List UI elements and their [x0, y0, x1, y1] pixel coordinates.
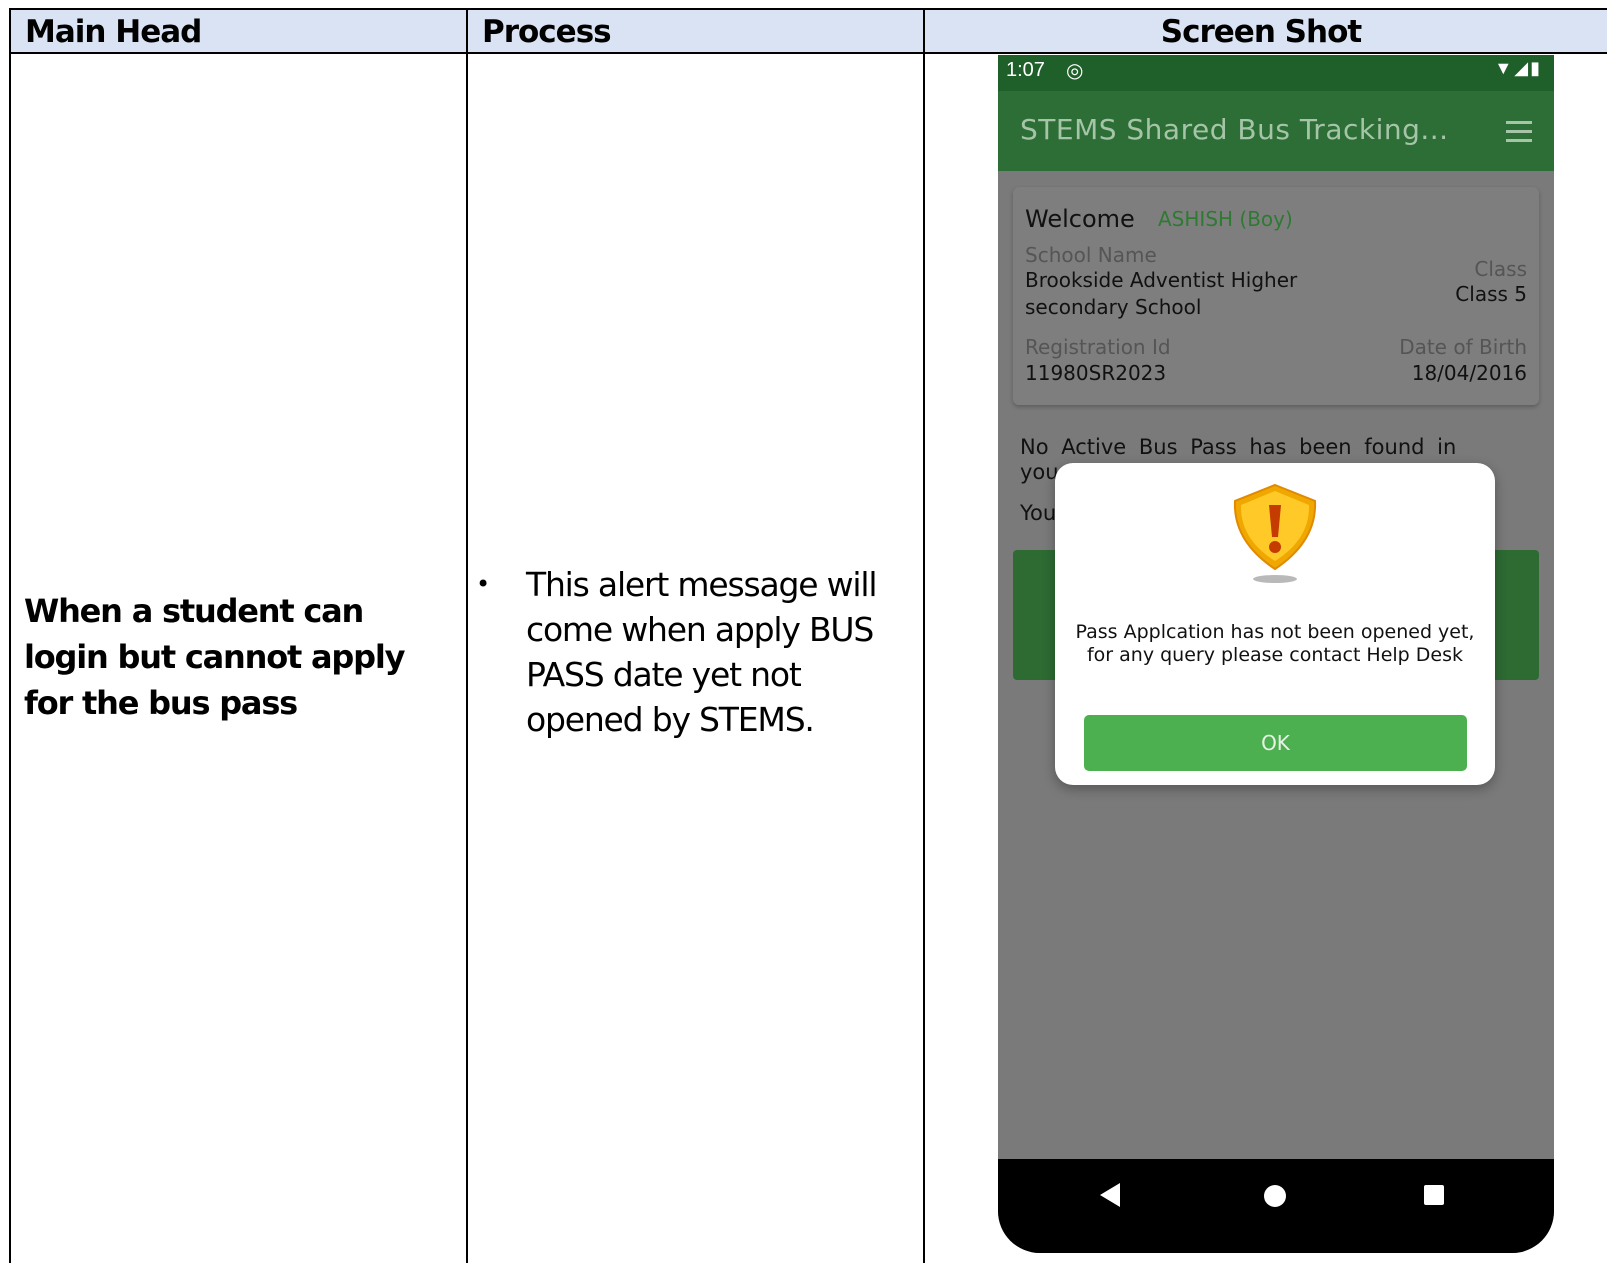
student-name: ASHISH (Boy)	[1158, 207, 1293, 231]
battery-icon: ▮	[1530, 58, 1542, 78]
dob-label: Date of Birth	[1399, 335, 1527, 359]
registration-label: Registration Id	[1025, 335, 1171, 359]
no-pass-text-cut-1: you	[1020, 460, 1059, 484]
ok-button[interactable]: OK	[1084, 715, 1467, 771]
bullet-point: •	[476, 570, 490, 598]
app-bar: STEMS Shared Bus Tracking...	[998, 91, 1554, 171]
dob-value: 18/04/2016	[1411, 361, 1527, 385]
table-border-left	[9, 8, 11, 1263]
process-cell: • This alert message will come when appl…	[466, 562, 906, 742]
class-value: Class 5	[1455, 282, 1527, 306]
nav-back-icon[interactable]	[1100, 1183, 1120, 1207]
nav-home-icon[interactable]	[1264, 1185, 1286, 1207]
header-screen-shot: Screen Shot	[923, 8, 1607, 54]
signal-icon: ◢	[1514, 58, 1531, 78]
header-main-head: Main Head	[9, 8, 468, 54]
registration-value: 11980SR2023	[1025, 361, 1167, 385]
table-divider-2	[923, 8, 925, 1263]
header-process: Process	[466, 8, 925, 54]
school-name-line1: Brookside Adventist Higher	[1025, 268, 1298, 292]
android-nav-bar	[998, 1159, 1554, 1253]
dialog-message: Pass Applcation has not been opened yet,…	[1075, 621, 1475, 666]
student-info-card: Welcome ASHISH (Boy) School Name Brooksi…	[1013, 187, 1539, 405]
menu-icon[interactable]	[1506, 121, 1532, 142]
class-label: Class	[1474, 257, 1527, 281]
main-head-text: When a student can login but cannot appl…	[24, 592, 405, 722]
nav-recent-icon[interactable]	[1424, 1185, 1444, 1205]
school-name-line2: secondary School	[1025, 295, 1202, 319]
status-target-icon: ◎	[1066, 60, 1084, 82]
process-text: This alert message will come when apply …	[526, 565, 878, 739]
school-name-label: School Name	[1025, 243, 1157, 267]
warning-shield-icon	[1233, 483, 1317, 583]
phone-screenshot: 1:07 ◎ ▼◢▮ STEMS Shared Bus Tracking... …	[998, 55, 1554, 1253]
app-title: STEMS Shared Bus Tracking...	[1020, 113, 1449, 146]
status-indicators: ▼◢▮	[1494, 58, 1542, 79]
alert-dialog: Pass Applcation has not been opened yet,…	[1055, 463, 1495, 785]
no-pass-text-cut-2: You	[1020, 501, 1057, 525]
status-bar: 1:07 ◎ ▼◢▮	[998, 55, 1554, 91]
no-pass-text: No Active Bus Pass has been found in	[1020, 435, 1457, 459]
wifi-icon: ▼	[1494, 58, 1515, 78]
welcome-label: Welcome	[1025, 205, 1135, 233]
status-time: 1:07	[1006, 59, 1045, 81]
